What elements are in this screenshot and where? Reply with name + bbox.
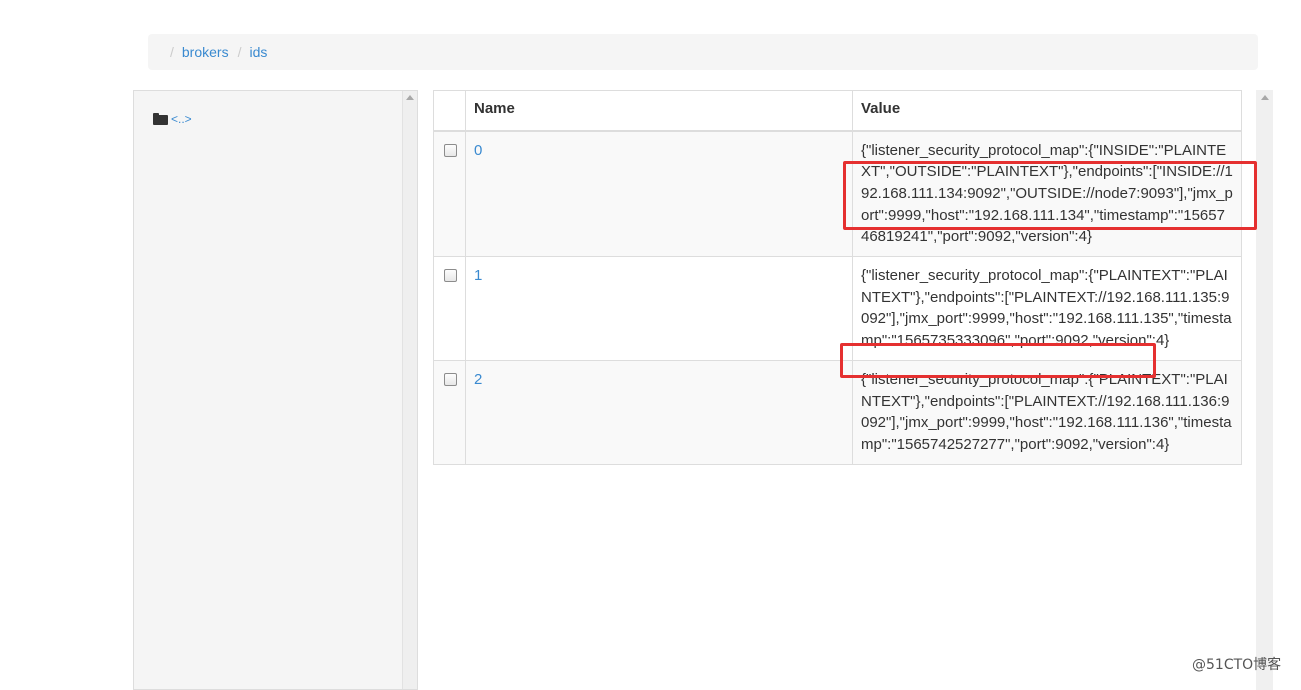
checkbox-cell	[433, 256, 466, 361]
column-header-value[interactable]: Value	[852, 90, 1242, 132]
page-scrollbar[interactable]	[1256, 90, 1273, 690]
tree-panel: <..>	[133, 90, 418, 690]
tree-item-parent[interactable]: <..>	[153, 112, 192, 126]
breadcrumb-item-brokers[interactable]: brokers	[182, 44, 229, 60]
node-value: {"listener_security_protocol_map":{"PLAI…	[861, 370, 1232, 453]
node-name-link[interactable]: 2	[474, 371, 482, 388]
name-cell: 2	[465, 359, 853, 465]
table-row: 1 {"listener_security_protocol_map":{"PL…	[433, 256, 1242, 361]
value-cell: {"listener_security_protocol_map":{"INSI…	[852, 129, 1242, 258]
node-name-link[interactable]: 0	[474, 142, 482, 159]
column-header-name[interactable]: Name	[465, 90, 853, 132]
header-checkbox-cell	[433, 90, 466, 132]
breadcrumb-separator: /	[237, 44, 242, 60]
value-cell: {"listener_security_protocol_map":{"PLAI…	[852, 359, 1242, 465]
breadcrumb-separator: /	[170, 44, 174, 60]
row-checkbox[interactable]	[444, 269, 457, 283]
folder-icon	[153, 113, 168, 125]
data-table: Name Value 0 {"listener_security_protoco…	[433, 90, 1242, 465]
scroll-up-arrow-icon[interactable]	[1261, 95, 1269, 100]
breadcrumb: / brokers / ids	[148, 34, 1258, 70]
table-row: 2 {"listener_security_protocol_map":{"PL…	[433, 359, 1242, 465]
value-cell: {"listener_security_protocol_map":{"PLAI…	[852, 256, 1242, 361]
table-header-row: Name Value	[433, 90, 1242, 132]
name-cell: 1	[465, 256, 853, 361]
node-value: {"listener_security_protocol_map":{"PLAI…	[861, 267, 1232, 350]
breadcrumb-item-ids[interactable]: ids	[249, 44, 267, 60]
row-checkbox[interactable]	[444, 143, 457, 157]
node-value: {"listener_security_protocol_map":{"INSI…	[861, 141, 1233, 246]
tree-item-label[interactable]: <..>	[171, 112, 192, 126]
tree-scrollbar[interactable]	[402, 91, 417, 689]
row-checkbox[interactable]	[444, 372, 457, 386]
checkbox-cell	[433, 129, 466, 258]
name-cell: 0	[465, 129, 853, 258]
table-row: 0 {"listener_security_protocol_map":{"IN…	[433, 129, 1242, 258]
watermark: @51CTO博客	[1192, 657, 1282, 673]
node-name-link[interactable]: 1	[474, 267, 482, 284]
checkbox-cell	[433, 359, 466, 465]
scroll-up-arrow-icon[interactable]	[406, 95, 414, 100]
data-table-container: Name Value 0 {"listener_security_protoco…	[433, 90, 1242, 465]
